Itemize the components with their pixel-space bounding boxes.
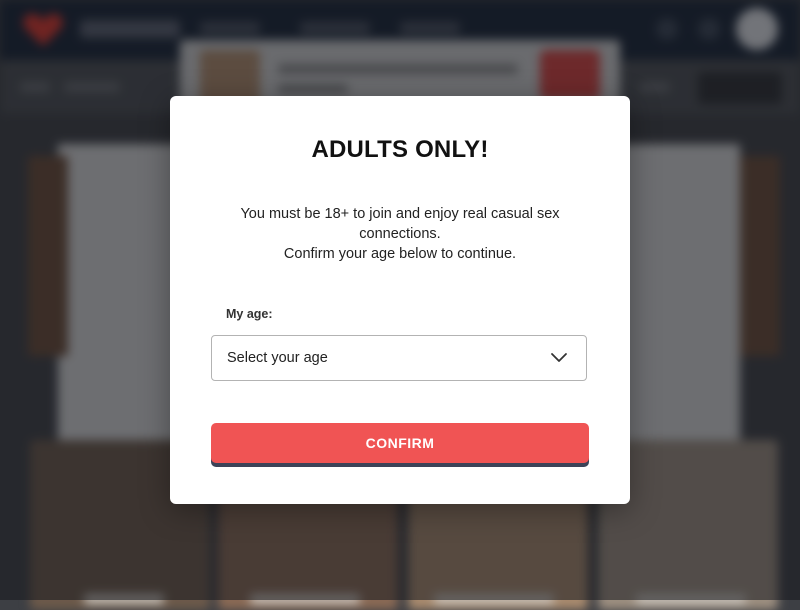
chevron-down-icon (551, 353, 567, 362)
description-line: You must be 18+ to join and enjoy real c… (240, 206, 560, 222)
description-line: connections. (359, 226, 441, 242)
modal-description: You must be 18+ to join and enjoy real c… (230, 204, 570, 264)
age-select[interactable]: Select your age (211, 335, 587, 381)
age-select-value: Select your age (227, 350, 328, 366)
description-line: Confirm your age below to continue. (283, 246, 517, 262)
age-label: My age: (226, 307, 273, 321)
modal-title: ADULTS ONLY! (311, 136, 489, 163)
confirm-button[interactable]: CONFIRM (211, 423, 589, 463)
